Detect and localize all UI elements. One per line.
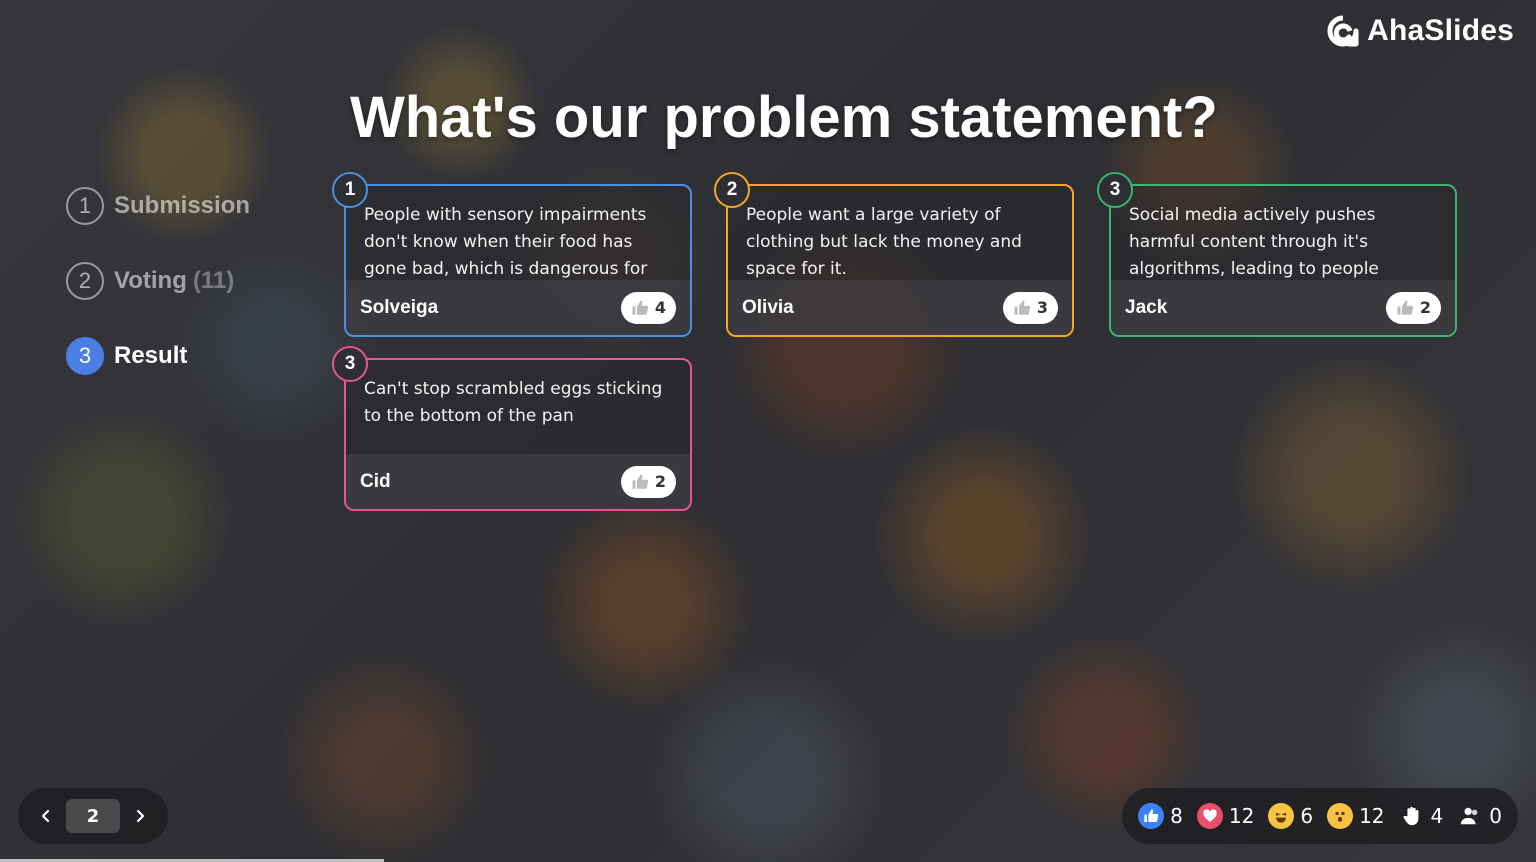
- idea-text: People with sensory impairments don't kn…: [364, 205, 648, 279]
- idea-text: Can't stop scrambled eggs sticking to th…: [364, 379, 663, 426]
- raised-hand-icon: [1399, 803, 1425, 829]
- reaction-count: 8: [1170, 804, 1183, 828]
- idea-card: 3 Can't stop scrambled eggs sticking to …: [332, 346, 692, 511]
- ahaslides-logo-icon: [1327, 15, 1359, 47]
- reaction-count: 6: [1300, 804, 1314, 828]
- reaction-heart[interactable]: 12: [1196, 803, 1255, 829]
- reaction-count: 4: [1430, 804, 1444, 828]
- like-button[interactable]: 3: [1002, 291, 1058, 324]
- card-footer: Solveiga 4: [346, 280, 690, 335]
- author-name: Olivia: [742, 296, 794, 318]
- like-count: 2: [654, 472, 666, 491]
- rank-badge: 2: [714, 172, 750, 208]
- surprised-face-icon: [1327, 803, 1354, 829]
- brand-logo: AhaSlides: [1327, 14, 1514, 48]
- author-name: Solveiga: [360, 296, 439, 318]
- step-nav: 1 Submission 2 Voting (11) 3 Result: [66, 186, 250, 411]
- step-result[interactable]: 3 Result: [66, 336, 250, 376]
- like-count: 3: [1036, 298, 1048, 317]
- like-button[interactable]: 2: [620, 465, 676, 498]
- audience-count: 0: [1457, 803, 1502, 829]
- idea-card: 2 People want a large variety of clothin…: [714, 172, 1074, 337]
- like-button[interactable]: 4: [620, 291, 676, 324]
- slide-pager: 2: [18, 788, 168, 844]
- like-count: 4: [654, 298, 666, 317]
- reaction-laugh[interactable]: 6: [1268, 803, 1313, 829]
- step-number: 1: [66, 187, 104, 225]
- reactions-bar: 8 12 6 12 4 0: [1122, 788, 1518, 844]
- idea-card: 1 People with sensory impairments don't …: [332, 172, 692, 337]
- thumbs-up-icon: [1014, 300, 1030, 315]
- card-footer: Cid 2: [346, 454, 690, 509]
- step-number: 3: [66, 337, 104, 375]
- step-submission[interactable]: 1 Submission: [66, 186, 250, 226]
- card-footer: Olivia 3: [728, 280, 1072, 335]
- step-label: Result: [114, 342, 188, 369]
- rank-badge: 3: [332, 346, 368, 382]
- step-label: Voting: [114, 267, 187, 294]
- laughing-face-icon: [1268, 803, 1295, 829]
- like-button[interactable]: 2: [1385, 291, 1441, 324]
- brand-name: AhaSlides: [1367, 14, 1514, 47]
- rank-badge: 3: [1097, 172, 1133, 208]
- idea-text: Social media actively pushes harmful con…: [1129, 205, 1379, 279]
- reaction-wow[interactable]: 12: [1327, 803, 1385, 829]
- idea-card: 3 Social media actively pushes harmful c…: [1097, 172, 1457, 337]
- rank-badge: 1: [332, 172, 368, 208]
- like-count: 2: [1419, 298, 1431, 317]
- author-name: Cid: [360, 470, 391, 492]
- slide-number-input[interactable]: 2: [66, 799, 120, 833]
- reaction-count: 12: [1359, 804, 1385, 828]
- reaction-count: 0: [1489, 804, 1502, 828]
- reaction-hand[interactable]: 4: [1399, 803, 1444, 829]
- thumbs-up-icon: [632, 474, 648, 489]
- thumbs-up-icon: [1138, 803, 1165, 829]
- reaction-like[interactable]: 8: [1138, 803, 1183, 829]
- thumbs-up-icon: [1397, 300, 1413, 315]
- chevron-left-icon: [41, 809, 50, 823]
- card-footer: Jack 2: [1111, 280, 1455, 335]
- thumbs-up-icon: [632, 300, 648, 315]
- step-count: (11): [192, 267, 235, 294]
- step-label: Submission: [114, 192, 251, 219]
- chevron-right-icon: [136, 809, 145, 823]
- next-slide-button[interactable]: [130, 806, 150, 826]
- author-name: Jack: [1125, 296, 1168, 318]
- heart-icon: [1196, 803, 1223, 829]
- prev-slide-button[interactable]: [36, 806, 56, 826]
- step-voting[interactable]: 2 Voting (11): [66, 261, 250, 301]
- slide-title: What's our problem statement?: [350, 85, 1218, 150]
- audience-icon: [1457, 803, 1483, 829]
- step-number: 2: [66, 262, 104, 300]
- reaction-count: 12: [1228, 804, 1255, 828]
- idea-text: People want a large variety of clothing …: [746, 205, 1022, 279]
